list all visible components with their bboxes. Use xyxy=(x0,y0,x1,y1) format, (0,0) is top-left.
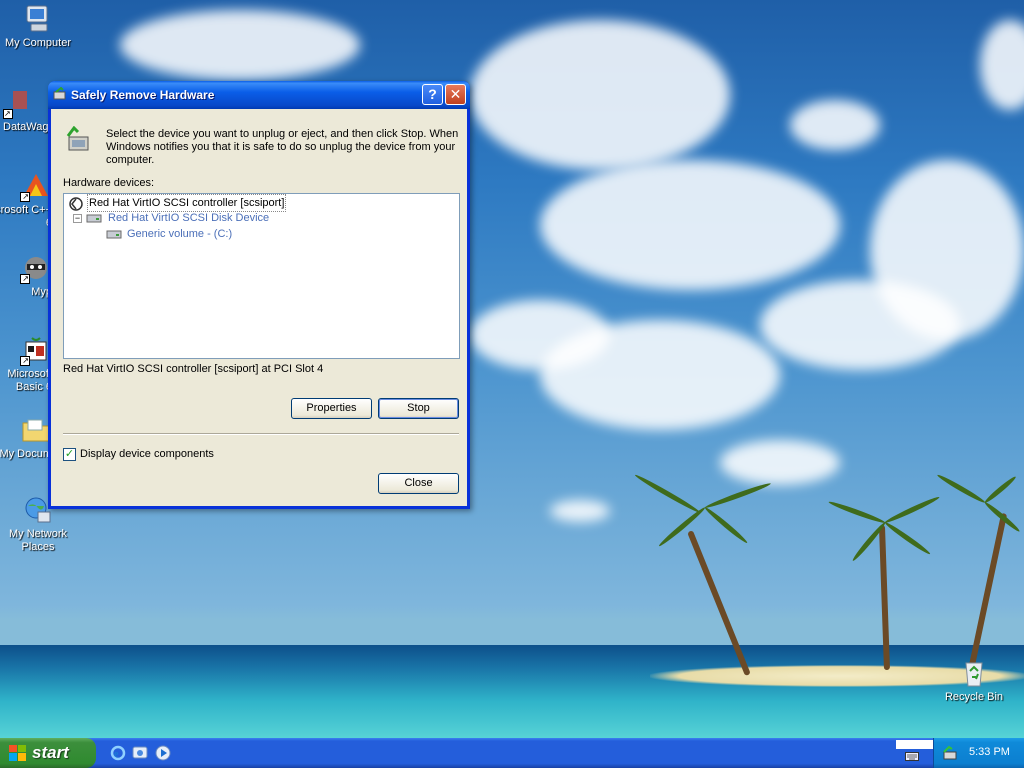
tree-item-label: Red Hat VirtIO SCSI Disk Device xyxy=(108,212,270,224)
desktop-icon-label: Microsoft C++ 6 xyxy=(0,204,52,229)
safely-remove-hardware-icon xyxy=(64,125,92,154)
shortcut-arrow-icon: ↗ xyxy=(20,356,30,366)
desktop-icon-label: Microsoft Basic 6 xyxy=(7,368,52,393)
media-player-icon[interactable] xyxy=(155,745,171,761)
safely-remove-hardware-window: Safely Remove Hardware ? ✕ Select the de… xyxy=(48,81,470,509)
cloud xyxy=(540,320,780,430)
help-button[interactable]: ? xyxy=(422,84,443,105)
display-components-label: Display device components xyxy=(80,448,214,460)
desktop-icon-label: My Docum xyxy=(0,448,52,460)
cloud xyxy=(470,20,730,170)
windows-logo-icon xyxy=(9,745,26,761)
desktop-icon-visual-cpp[interactable]: ↗ Microsoft C++ 6 xyxy=(0,170,52,230)
shortcut-arrow-icon: ↗ xyxy=(20,274,30,284)
clock[interactable]: 5:33 PM xyxy=(969,746,1010,758)
hardware-devices-tree[interactable]: Red Hat VirtIO SCSI controller [scsiport… xyxy=(63,193,460,359)
show-desktop-icon[interactable] xyxy=(132,745,148,761)
close-window-button[interactable]: ✕ xyxy=(445,84,466,105)
collapse-toggle[interactable]: − xyxy=(73,214,82,223)
palm-frond xyxy=(704,481,772,510)
desktop-icon-my-documents[interactable]: My Docum xyxy=(0,414,52,461)
cloud xyxy=(720,440,840,485)
sea xyxy=(0,645,1024,738)
palm-frond xyxy=(883,494,941,525)
palm-frond xyxy=(633,472,702,515)
shortcut-arrow-icon: ↗ xyxy=(20,192,30,202)
start-label: start xyxy=(32,743,69,762)
desktop-icon-recycle-bin[interactable]: Recycle Bin xyxy=(936,657,1012,704)
properties-button[interactable]: Properties xyxy=(291,398,372,419)
tree-item-label: Generic volume - (C:) xyxy=(127,228,233,240)
hardware-icon xyxy=(53,86,67,101)
palm-frond xyxy=(703,505,749,545)
palm-frond xyxy=(983,474,1018,505)
desktop-icon-label: My Network Places xyxy=(8,528,68,553)
notification-area: 5:33 PM xyxy=(933,738,1024,768)
shortcut-arrow-icon: ↗ xyxy=(3,109,13,119)
computer-icon xyxy=(22,3,54,35)
desktop-icon-visual-basic[interactable]: ↗ Microsoft Basic 6 xyxy=(0,334,52,394)
safely-remove-hardware-tray-icon[interactable] xyxy=(942,745,958,761)
palm-frond xyxy=(827,499,886,525)
svg-text:e: e xyxy=(114,749,119,760)
instructions-text: Select the device you want to unplug or … xyxy=(106,128,459,166)
volume-icon xyxy=(106,228,122,240)
display-components-checkbox[interactable]: ✓ xyxy=(63,448,76,461)
palm-frond xyxy=(883,520,932,557)
keyboard-icon[interactable] xyxy=(905,751,919,762)
separator xyxy=(63,433,459,435)
desktop-icon-myp[interactable]: ↗ Myp xyxy=(0,252,52,299)
desktop-icon-label: Myp xyxy=(31,286,52,298)
start-button[interactable]: start xyxy=(0,738,96,768)
disk-drive-icon xyxy=(86,212,102,224)
window-title: Safely Remove Hardware xyxy=(71,88,215,102)
desktop-icon-my-computer[interactable]: My Computer xyxy=(0,3,76,50)
scsi-controller-icon xyxy=(68,196,84,211)
application-icon: ↗ xyxy=(3,87,35,119)
desktop-icon-label: Recycle Bin xyxy=(944,691,1004,703)
cloud xyxy=(790,100,880,150)
cloud xyxy=(540,160,840,290)
cloud xyxy=(120,10,360,80)
close-button[interactable]: Close xyxy=(378,473,459,494)
cloud xyxy=(550,500,610,522)
palm-frond xyxy=(657,505,707,548)
palm-frond xyxy=(936,472,987,505)
desktop-icon-label: My Computer xyxy=(4,37,72,49)
cloud xyxy=(980,20,1024,110)
cloud xyxy=(760,280,960,370)
hardware-devices-label: Hardware devices: xyxy=(63,177,155,189)
recycle-bin-icon xyxy=(958,657,990,689)
internet-explorer-icon[interactable]: e xyxy=(110,745,126,761)
stop-button[interactable]: Stop xyxy=(378,398,459,419)
window-titlebar[interactable]: Safely Remove Hardware ? ✕ xyxy=(48,81,470,109)
device-location-text: Red Hat VirtIO SCSI controller [scsiport… xyxy=(63,363,324,375)
taskbar: start e 5:33 PM xyxy=(0,738,1024,768)
